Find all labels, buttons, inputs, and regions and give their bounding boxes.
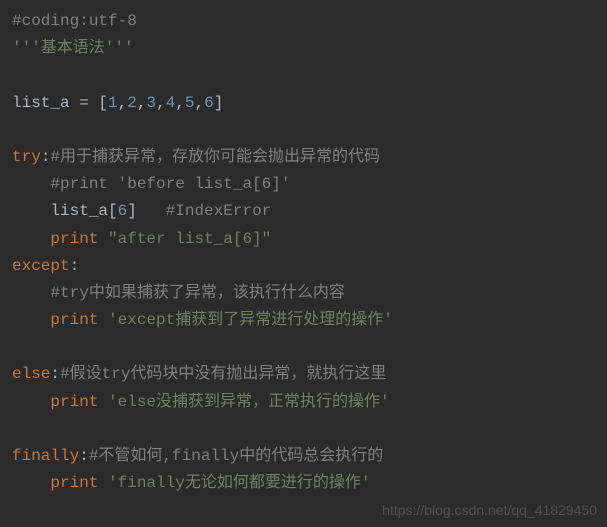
keyword-print: print — [50, 230, 98, 248]
code-line-13 — [12, 334, 595, 361]
comment-indexerror: #IndexError — [137, 202, 271, 220]
code-line-15: print 'else没捕获到异常，正常执行的操作' — [12, 389, 595, 416]
keyword-except: except — [12, 257, 70, 275]
comment-encoding: #coding:utf-8 — [12, 12, 137, 30]
code-line-1: #coding:utf-8 — [12, 8, 595, 35]
code-line-12: print 'except捕获到了异常进行处理的操作' — [12, 307, 595, 334]
code-block: #coding:utf-8 '''基本语法''' list_a = [1,2,3… — [12, 8, 595, 497]
code-line-11: #try中如果捕获了异常，该执行什么内容 — [12, 280, 595, 307]
code-line-3 — [12, 62, 595, 89]
watermark-text: https://blog.csdn.net/qq_41829450 — [382, 499, 597, 523]
string-literal: 'finally无论如何都要进行的操作' — [98, 474, 370, 492]
code-line-18: print 'finally无论如何都要进行的操作' — [12, 470, 595, 497]
keyword-else: else — [12, 365, 50, 383]
code-line-9: print "after list_a[6]" — [12, 226, 595, 253]
comment-try: #用于捕获异常，存放你可能会抛出异常的代码 — [50, 148, 380, 166]
code-line-16 — [12, 416, 595, 443]
bracket-close: ] — [214, 94, 224, 112]
code-line-7: #print 'before list_a[6]' — [12, 171, 595, 198]
keyword-print: print — [50, 393, 98, 411]
code-line-10: except: — [12, 253, 595, 280]
keyword-print: print — [50, 311, 98, 329]
keyword-finally: finally — [12, 447, 79, 465]
string-literal: 'except捕获到了异常进行处理的操作' — [98, 311, 392, 329]
comment-except: #try中如果捕获了异常，该执行什么内容 — [50, 284, 344, 302]
commented-code: #print 'before list_a[6]' — [50, 175, 290, 193]
code-line-17: finally:#不管如何,finally中的代码总会执行的 — [12, 443, 595, 470]
comment-finally: #不管如何,finally中的代码总会执行的 — [89, 447, 383, 465]
keyword-try: try — [12, 148, 41, 166]
code-line-8: list_a[6] #IndexError — [12, 198, 595, 225]
string-literal: 'else没捕获到异常，正常执行的操作' — [98, 393, 389, 411]
code-line-4: list_a = [1,2,3,4,5,6] — [12, 90, 595, 117]
code-line-14: else:#假设try代码块中没有抛出异常，就执行这里 — [12, 361, 595, 388]
bracket-open: [ — [98, 94, 108, 112]
number-literal: 1 — [108, 94, 118, 112]
index-literal: 6 — [118, 202, 128, 220]
string-literal: "after list_a[6]" — [98, 230, 271, 248]
code-line-5 — [12, 117, 595, 144]
variable-ref: list_a — [50, 202, 108, 220]
docstring: '''基本语法''' — [12, 39, 134, 57]
comment-else: #假设try代码块中没有抛出异常，就执行这里 — [60, 365, 386, 383]
variable-name: list_a — [12, 94, 70, 112]
code-line-2: '''基本语法''' — [12, 35, 595, 62]
keyword-print: print — [50, 474, 98, 492]
equals-op: = — [70, 94, 99, 112]
code-line-6: try:#用于捕获异常，存放你可能会抛出异常的代码 — [12, 144, 595, 171]
